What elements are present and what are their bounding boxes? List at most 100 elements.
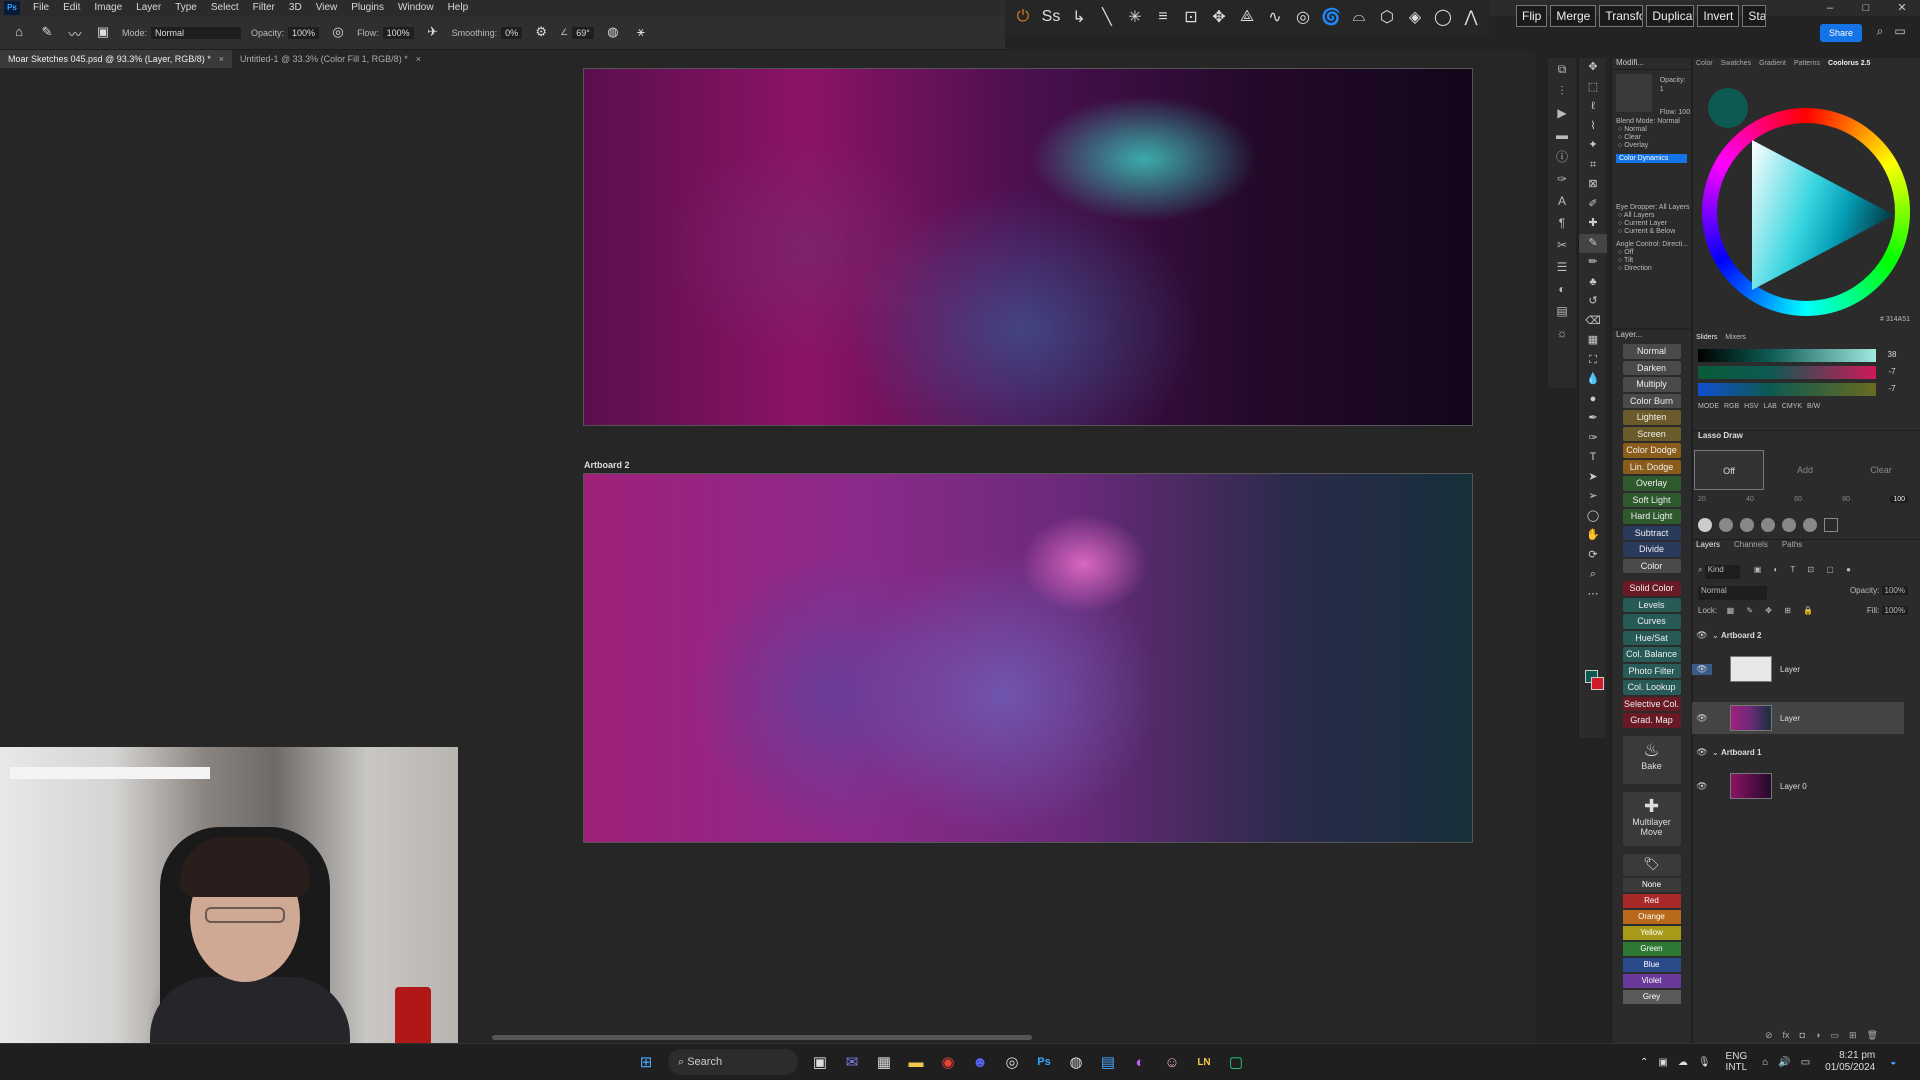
lock-icons[interactable]: ▦ ✎ ✥ ⊞ 🔒 (1719, 606, 1818, 615)
eyedropper-all-layers[interactable]: ○ All Layers (1612, 212, 1691, 220)
layer-row[interactable]: 👁 Layer 0 (1692, 770, 1904, 802)
color-label-red[interactable]: Red (1622, 893, 1681, 908)
power-icon[interactable]: ⏻ (1010, 4, 1036, 30)
chevron-down-icon[interactable]: ⌄ (1712, 748, 1721, 757)
mixer-brush-icon[interactable]: ✏ (1579, 253, 1607, 273)
close-window-button[interactable]: ✕ (1884, 0, 1920, 16)
gear-icon[interactable]: ⚙ (532, 24, 550, 42)
shape-circle-icon[interactable] (1740, 518, 1754, 532)
tag-button[interactable]: 🏷 (1622, 853, 1681, 876)
menu-3d[interactable]: 3D (282, 0, 309, 16)
crop-tool-icon[interactable]: ⌗ (1579, 156, 1607, 176)
paragraph-icon[interactable]: ¶ (1548, 212, 1576, 234)
scale-60[interactable]: 60 (1794, 496, 1802, 503)
paint-bucket-icon[interactable]: ⛶ (1579, 351, 1607, 371)
lasso-tool-icon[interactable]: ℓ (1579, 97, 1607, 117)
menu-plugins[interactable]: Plugins (344, 0, 391, 16)
adjustment-photo-filter[interactable]: Photo Filter (1622, 663, 1681, 678)
flip-button[interactable]: Flip (1516, 5, 1548, 27)
eyedropper-current-below[interactable]: ○ Current & Below (1612, 228, 1691, 236)
circle-guide-icon[interactable]: ◎ (1290, 4, 1316, 30)
taskbar-search[interactable]: ⌕ Search (668, 1049, 798, 1075)
scale-80[interactable]: 80 (1842, 496, 1850, 503)
opacity-input[interactable]: 100% (288, 26, 320, 39)
battery-icon[interactable]: ▭ (1801, 1057, 1810, 1068)
brush-settings-icon[interactable]: ▣ (94, 24, 112, 42)
chevron-down-icon[interactable]: ⌄ (1712, 631, 1721, 640)
visibility-eye-icon[interactable]: 👁 (1692, 781, 1712, 792)
cube-icon[interactable]: ⬡ (1374, 4, 1400, 30)
blend-mode-darken[interactable]: Darken (1622, 360, 1681, 375)
close-icon[interactable]: × (416, 50, 421, 68)
libraries-icon[interactable]: ▤ (1548, 300, 1576, 322)
crop-icon[interactable]: ⊡ (1178, 4, 1204, 30)
pressure-opacity-icon[interactable]: ◎ (329, 24, 347, 42)
blend-mode-subtract[interactable]: Subtract (1622, 525, 1681, 540)
comments-icon[interactable]: ▬ (1548, 124, 1576, 146)
pen-tool-icon[interactable]: ✒ (1579, 409, 1607, 429)
shape-circle-icon[interactable] (1698, 518, 1712, 532)
tab-sliders[interactable]: Sliders (1696, 334, 1717, 341)
blend-mode-multiply[interactable]: Multiply (1622, 377, 1681, 392)
color-label-violet[interactable]: Violet (1622, 973, 1681, 988)
scale-100[interactable]: 100 (1890, 496, 1908, 503)
angle-option-direction[interactable]: ○ Direction (1612, 265, 1691, 273)
zoom-tool-icon[interactable]: ⌕ (1579, 565, 1607, 585)
chrome-icon[interactable]: ◉ (934, 1050, 962, 1074)
tab-mixers[interactable]: Mixers (1725, 334, 1746, 341)
mode-select[interactable]: Normal (151, 26, 242, 39)
brush-preset-icon[interactable]: 〰 (66, 24, 84, 42)
rotate-view-icon[interactable]: ⟳ (1579, 546, 1607, 566)
tab-patterns[interactable]: Patterns (1790, 58, 1824, 72)
menu-select[interactable]: Select (204, 0, 246, 16)
tab-swatches[interactable]: Swatches (1717, 58, 1755, 72)
store-icon[interactable]: ▤ (1094, 1050, 1122, 1074)
perspective-icon[interactable]: ⟁ (1234, 4, 1260, 30)
teams-icon[interactable]: ✉ (838, 1050, 866, 1074)
photoshop-icon[interactable]: Ps (1030, 1050, 1058, 1074)
symmetry-icon[interactable]: ⚹ (632, 24, 650, 42)
blend-mode-lin-dodge[interactable]: Lin. Dodge (1622, 459, 1681, 474)
fill-input[interactable]: 100% (1881, 606, 1908, 615)
link-icon[interactable]: ⊘ (1765, 1030, 1773, 1041)
adjustment-col-balance[interactable]: Col. Balance (1622, 647, 1681, 662)
clock[interactable]: 8:21 pm 01/05/2024 (1820, 1050, 1880, 1074)
mask-icon[interactable]: ◘ (1800, 1030, 1805, 1041)
more-tools-icon[interactable]: ⋯ (1579, 585, 1607, 605)
brush-tool-icon[interactable]: ✎ (1579, 233, 1607, 253)
language-indicator[interactable]: ENG INTL (1721, 1051, 1753, 1073)
foreground-background-colors[interactable] (1585, 670, 1605, 690)
menu-image[interactable]: Image (87, 0, 129, 16)
artboard-2-image[interactable] (583, 473, 1473, 843)
volume-icon[interactable]: 🔊 (1778, 1057, 1790, 1068)
shape-square-icon[interactable] (1824, 518, 1838, 532)
blend-mode-color-dodge[interactable]: Color Dodge (1622, 443, 1681, 458)
slider-mode-rgb[interactable]: RGB (1724, 403, 1739, 410)
minimize-button[interactable]: – (1812, 0, 1848, 16)
color-label-orange[interactable]: Orange (1622, 909, 1681, 924)
fx-icon[interactable]: fx (1783, 1030, 1790, 1041)
shape-circle-icon[interactable] (1719, 518, 1733, 532)
scale-20[interactable]: 20 (1698, 496, 1706, 503)
slider-1-value[interactable]: 38 (1882, 350, 1902, 362)
file-explorer-icon[interactable]: ▬ (902, 1050, 930, 1074)
transform-icon[interactable]: ✥ (1206, 4, 1232, 30)
curve-icon[interactable]: ∿ (1262, 4, 1288, 30)
chevron-up-icon[interactable]: ⌃ (1640, 1057, 1648, 1068)
adjustment-grad-map[interactable]: Grad. Map (1622, 713, 1681, 728)
menu-layer[interactable]: Layer (129, 0, 168, 16)
airbrush-icon[interactable]: ✈ (424, 24, 442, 42)
properties-icon[interactable]: ◐ (1548, 278, 1576, 300)
healing-tool-icon[interactable]: ✚ (1579, 214, 1607, 234)
menu-edit[interactable]: Edit (56, 0, 87, 16)
color-label-green[interactable]: Green (1622, 941, 1681, 956)
shape-circle-icon[interactable] (1803, 518, 1817, 532)
brush-tool-icon[interactable]: ✎ (38, 24, 56, 42)
scale-40[interactable]: 40 (1746, 496, 1754, 503)
adjustment-selective-col[interactable]: Selective Col. (1622, 696, 1681, 711)
maximize-button[interactable]: □ (1848, 0, 1884, 16)
filter-icons[interactable]: ▣ ◐ T ⊡ ▢ ● (1754, 565, 1856, 579)
menu-help[interactable]: Help (441, 0, 476, 16)
tab-channels[interactable]: Channels (1734, 540, 1768, 553)
eyedropper-current-layer[interactable]: ○ Current Layer (1612, 220, 1691, 228)
